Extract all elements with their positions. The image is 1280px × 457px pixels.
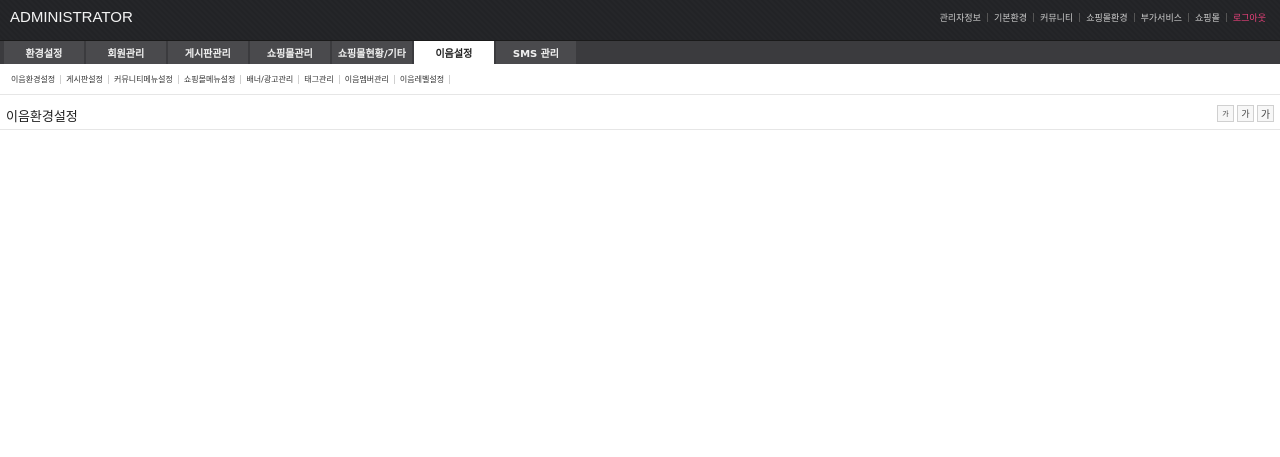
divider [449, 74, 451, 84]
subnav-board-settings[interactable]: 게시판설정 [61, 74, 108, 85]
sub-nav: 이음환경설정 게시판설정 커뮤니티메뉴설정 쇼핑몰메뉴설정 배너/광고관리 태그… [0, 64, 1280, 95]
main-nav: 환경설정 회원관리 게시판관리 쇼핑몰관리 쇼핑몰현황/기타 이음설정 SMS … [0, 40, 1280, 64]
link-basic-settings[interactable]: 기본환경 [988, 11, 1033, 24]
top-links: 관리자정보 기본환경 커뮤니티 쇼핑몰환경 부가서비스 쇼핑몰 로그아웃 [934, 11, 1272, 24]
tab-shop-status[interactable]: 쇼핑몰현황/기타 [332, 41, 412, 64]
tab-members[interactable]: 회원관리 [86, 41, 166, 64]
tab-settings[interactable]: 환경설정 [4, 41, 84, 64]
font-small-button[interactable]: 가 [1217, 105, 1234, 122]
app-logo[interactable]: ADMINISTRATOR [10, 9, 133, 26]
subnav-shop-menu[interactable]: 쇼핑몰메뉴설정 [179, 74, 241, 85]
page-header: 이음환경설정 가 가 가 [0, 95, 1280, 130]
font-size-controls: 가 가 가 [1214, 105, 1274, 122]
subnav-banner-ads[interactable]: 배너/광고관리 [241, 74, 298, 85]
top-header: ADMINISTRATOR 관리자정보 기본환경 커뮤니티 쇼핑몰환경 부가서비… [0, 0, 1280, 40]
link-admin-info[interactable]: 관리자정보 [934, 11, 987, 24]
subnav-community-menu[interactable]: 커뮤니티메뉴설정 [109, 74, 178, 85]
link-shop-settings[interactable]: 쇼핑몰환경 [1080, 11, 1133, 24]
content-area [0, 130, 1280, 456]
subnav-ieum-levels[interactable]: 이음레벨설정 [395, 74, 449, 85]
tab-sms[interactable]: SMS 관리 [496, 41, 576, 64]
page-title: 이음환경설정 [6, 110, 78, 125]
subnav-tags[interactable]: 태그관리 [299, 74, 338, 85]
logout-link[interactable]: 로그아웃 [1227, 11, 1272, 24]
tab-boards[interactable]: 게시판관리 [168, 41, 248, 64]
link-extra-services[interactable]: 부가서비스 [1135, 11, 1188, 24]
font-medium-button[interactable]: 가 [1237, 105, 1254, 122]
subnav-ieum-members[interactable]: 이음멤버관리 [340, 74, 394, 85]
font-large-button[interactable]: 가 [1257, 105, 1274, 122]
link-community[interactable]: 커뮤니티 [1034, 11, 1079, 24]
subnav-ieum-env[interactable]: 이음환경설정 [6, 74, 60, 85]
tab-ieum-settings[interactable]: 이음설정 [414, 41, 494, 64]
link-shop[interactable]: 쇼핑몰 [1189, 11, 1226, 24]
tab-shop-admin[interactable]: 쇼핑몰관리 [250, 41, 330, 64]
